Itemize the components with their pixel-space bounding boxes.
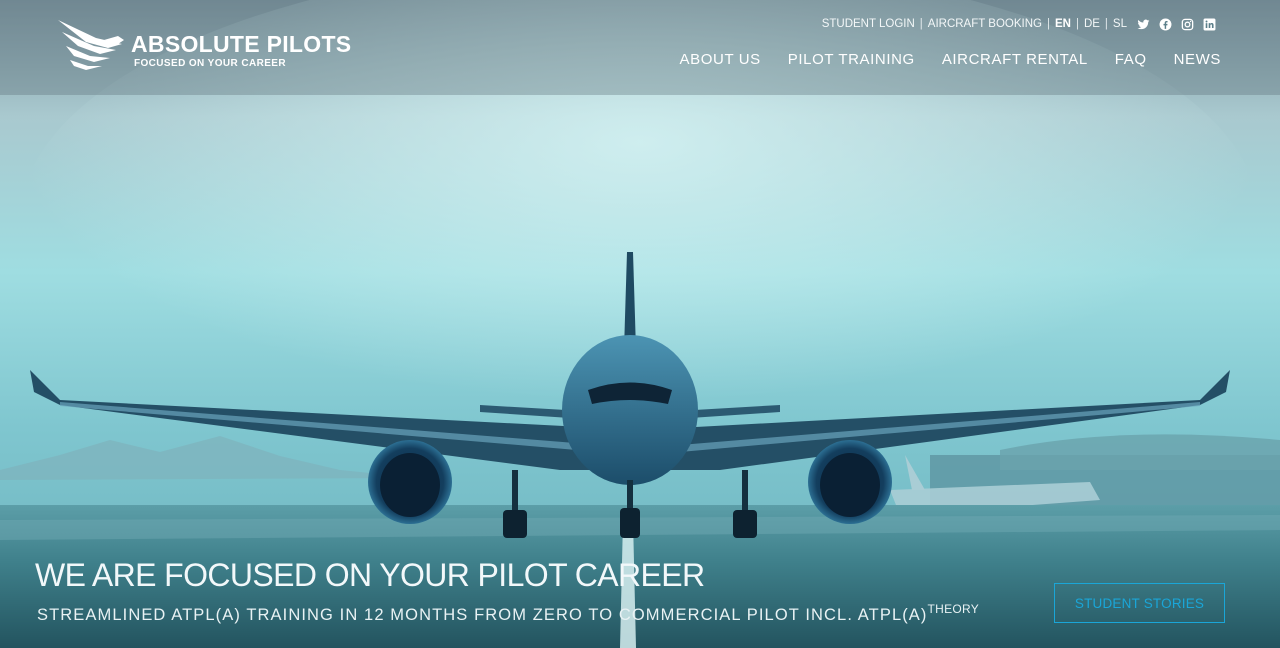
hero-image [0, 0, 1280, 648]
divider: | [1046, 18, 1050, 30]
language-en[interactable]: EN [1055, 18, 1071, 30]
language-de[interactable]: DE [1084, 18, 1100, 30]
hero-headline: WE ARE FOCUSED ON YOUR PILOT CAREER [35, 557, 705, 593]
linkedin-icon[interactable] [1203, 18, 1216, 31]
language-sl[interactable]: SL [1113, 18, 1127, 30]
main-nav: ABOUT US PILOT TRAINING AIRCRAFT RENTAL … [680, 51, 1221, 68]
divider: | [1104, 18, 1108, 30]
social-links [1137, 18, 1216, 31]
site-logo[interactable]: ABSOLUTE PILOTS FOCUSED ON YOUR CAREER [56, 18, 356, 74]
student-stories-button[interactable]: STUDENT STORIES [1054, 583, 1225, 623]
utility-bar: STUDENT LOGIN | AIRCRAFT BOOKING | EN | … [822, 16, 1216, 32]
twitter-icon[interactable] [1137, 18, 1150, 31]
nav-aircraft-rental[interactable]: AIRCRAFT RENTAL [942, 51, 1088, 68]
hero-subline-text: STREAMLINED ATPL(A) TRAINING IN 12 MONTH… [37, 606, 928, 624]
facebook-icon[interactable] [1159, 18, 1172, 31]
student-login-link[interactable]: STUDENT LOGIN [822, 18, 915, 30]
divider: | [1075, 18, 1079, 30]
hero-subline-sup: THEORY [927, 602, 980, 616]
hero-section [0, 0, 1280, 648]
hero-subline: STREAMLINED ATPL(A) TRAINING IN 12 MONTH… [37, 602, 979, 625]
nav-news[interactable]: NEWS [1174, 51, 1221, 68]
nav-about-us[interactable]: ABOUT US [680, 51, 761, 68]
brand-name: ABSOLUTE PILOTS [131, 31, 352, 57]
divider: | [919, 18, 923, 30]
nav-pilot-training[interactable]: PILOT TRAINING [788, 51, 915, 68]
brand-tagline: FOCUSED ON YOUR CAREER [134, 58, 286, 69]
nav-faq[interactable]: FAQ [1115, 51, 1147, 68]
aircraft-booking-link[interactable]: AIRCRAFT BOOKING [928, 18, 1042, 30]
eagle-wing-icon [58, 20, 124, 70]
instagram-icon[interactable] [1181, 18, 1194, 31]
